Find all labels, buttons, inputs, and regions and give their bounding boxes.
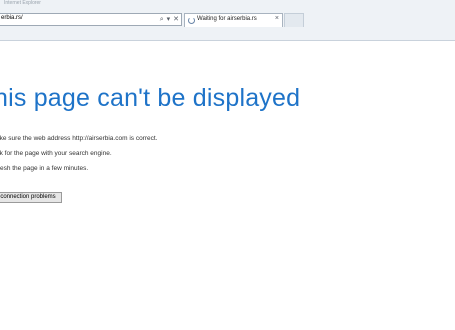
address-bar-icons: ⌕ ▾ ✕	[160, 14, 179, 25]
loading-spinner-icon	[188, 17, 195, 24]
suggestion-item: ok for the page with your search engine.	[0, 150, 112, 157]
suggestion-item: fresh the page in a few minutes.	[0, 165, 89, 172]
close-tab-icon[interactable]: ×	[275, 15, 279, 22]
browser-toolbar: Internet Explorer erbia.rs/ ⌕ ▾ ✕ Waitin…	[0, 0, 455, 41]
tab-active[interactable]: Waiting for airserbia.rs ×	[184, 13, 283, 27]
window-title-hint: Internet Explorer	[4, 0, 41, 6]
suggestion-list: ake sure the web address http://airserbi…	[0, 131, 158, 176]
address-text[interactable]: erbia.rs/	[1, 15, 23, 21]
stop-icon[interactable]: ✕	[173, 14, 179, 25]
fix-connection-problems-button[interactable]: connection problems	[0, 192, 62, 203]
new-tab-button[interactable]	[284, 13, 304, 27]
address-bar[interactable]: erbia.rs/ ⌕ ▾ ✕	[0, 13, 182, 26]
tab-label: Waiting for airserbia.rs	[197, 16, 257, 22]
chevron-down-icon[interactable]: ▾	[167, 14, 171, 25]
suggestion-item: ake sure the web address http://airserbi…	[0, 135, 158, 142]
search-icon[interactable]: ⌕	[160, 14, 164, 25]
page-title: his page can't be displayed	[0, 84, 301, 112]
